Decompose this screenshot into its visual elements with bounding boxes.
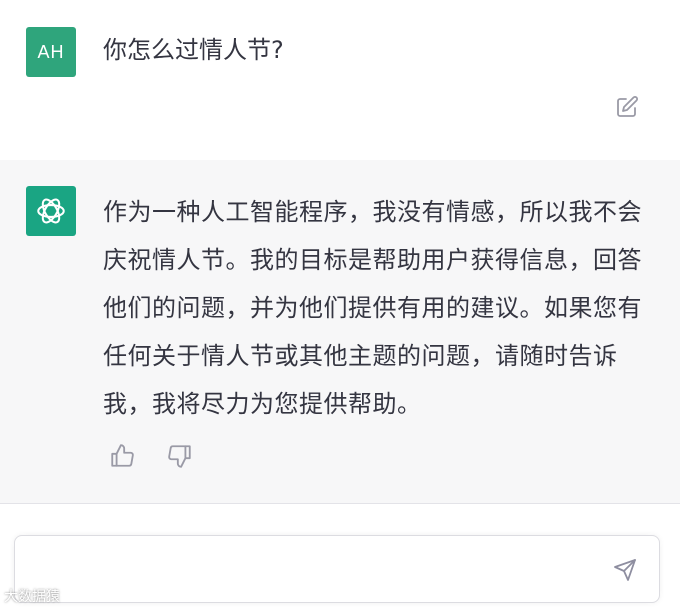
thumbs-up-button[interactable]	[108, 442, 136, 470]
edit-icon	[617, 96, 638, 117]
watermark: 大数据猿	[4, 589, 60, 605]
user-avatar-initials: AH	[37, 41, 65, 62]
user-message: AH 你怎么过情人节?	[0, 0, 680, 161]
assistant-avatar	[26, 186, 76, 236]
edit-button[interactable]	[613, 93, 641, 121]
thumbs-down-icon	[168, 445, 191, 468]
send-icon	[614, 559, 636, 581]
user-avatar: AH	[26, 27, 76, 77]
assistant-message: 作为一种人工智能程序，我没有情感，所以我不会庆祝情人节。我的目标是帮助用户获得信…	[0, 160, 680, 504]
send-button[interactable]	[611, 556, 639, 584]
message-input[interactable]	[14, 535, 660, 603]
openai-logo-icon	[37, 198, 65, 224]
assistant-message-text: 作为一种人工智能程序，我没有情感，所以我不会庆祝情人节。我的目标是帮助用户获得信…	[103, 198, 642, 418]
thumbs-down-button[interactable]	[166, 442, 194, 470]
thumbs-up-icon	[111, 444, 134, 467]
user-message-text: 你怎么过情人节?	[103, 36, 284, 64]
